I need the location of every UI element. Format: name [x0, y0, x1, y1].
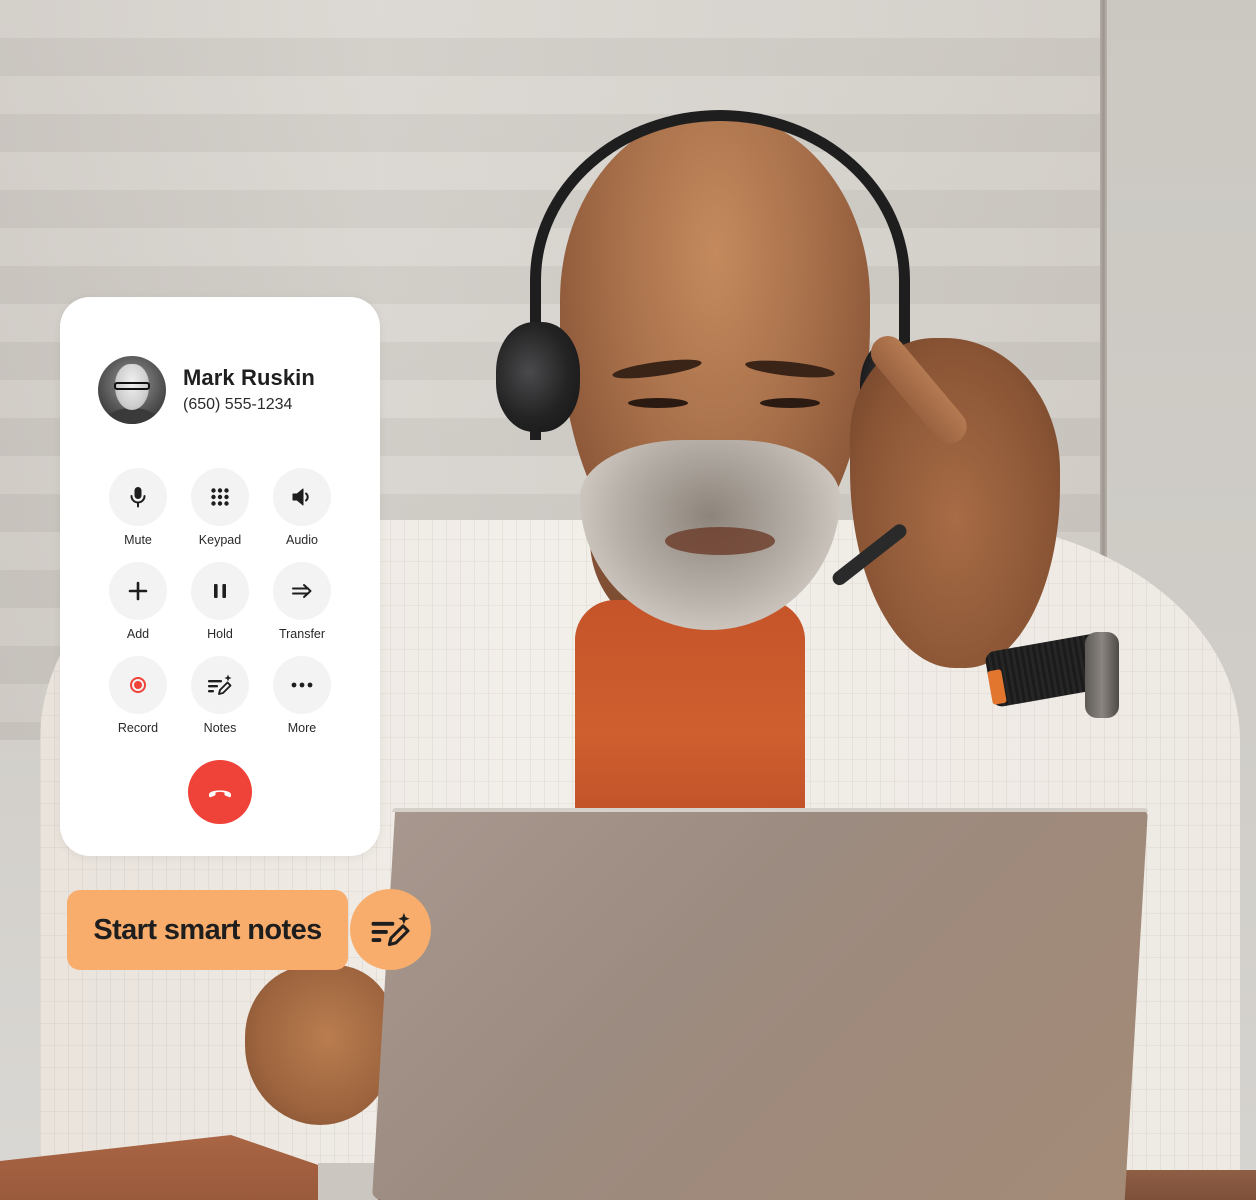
pause-icon [214, 584, 226, 598]
transfer-button[interactable]: Transfer [261, 562, 343, 641]
person-mouth [665, 527, 775, 555]
person-tshirt [575, 600, 805, 820]
laptop-base [318, 1163, 378, 1200]
headset-band [530, 110, 910, 440]
contact-phone: (650) 555-1234 [183, 395, 293, 413]
record-icon [130, 677, 146, 693]
contact-name: Mark Ruskin [183, 364, 315, 390]
speaker-icon [292, 488, 309, 506]
keypad-button[interactable]: Keypad [179, 468, 261, 547]
hang-up-phone-icon [209, 790, 231, 798]
transfer-arrow-icon [292, 584, 312, 598]
laptop-edge [392, 808, 1148, 812]
hold-button[interactable]: Hold [179, 562, 261, 641]
more-button[interactable]: More [261, 656, 343, 735]
plus-icon [128, 581, 148, 601]
call-controls: Mute Keypad Audio Add Hold Transfer Reco… [97, 468, 343, 735]
desk [1120, 1170, 1256, 1200]
notes-button[interactable]: Notes [179, 656, 261, 735]
watch-face [1085, 632, 1119, 718]
record-button[interactable]: Record [97, 656, 179, 735]
smart-notes-icon [208, 674, 232, 695]
laptop [372, 808, 1148, 1200]
start-smart-notes-label: Start smart notes [93, 913, 322, 946]
person-left-hand [245, 965, 395, 1125]
avatar [98, 356, 166, 424]
smart-notes-icon-button[interactable] [350, 889, 431, 970]
more-dots-icon [291, 682, 313, 688]
contact-header: Mark Ruskin (650) 555-1234 [98, 356, 315, 424]
call-card: Mark Ruskin (650) 555-1234 Mute Keypad A… [60, 297, 380, 856]
microphone-icon [130, 487, 146, 508]
smart-notes-icon [371, 912, 410, 946]
headset-earcup [496, 322, 580, 432]
add-call-button[interactable]: Add [97, 562, 179, 641]
mute-button[interactable]: Mute [97, 468, 179, 547]
start-smart-notes-button[interactable]: Start smart notes [67, 890, 348, 970]
keypad-icon [211, 488, 229, 506]
hang-up-button[interactable] [188, 760, 252, 824]
audio-button[interactable]: Audio [261, 468, 343, 547]
